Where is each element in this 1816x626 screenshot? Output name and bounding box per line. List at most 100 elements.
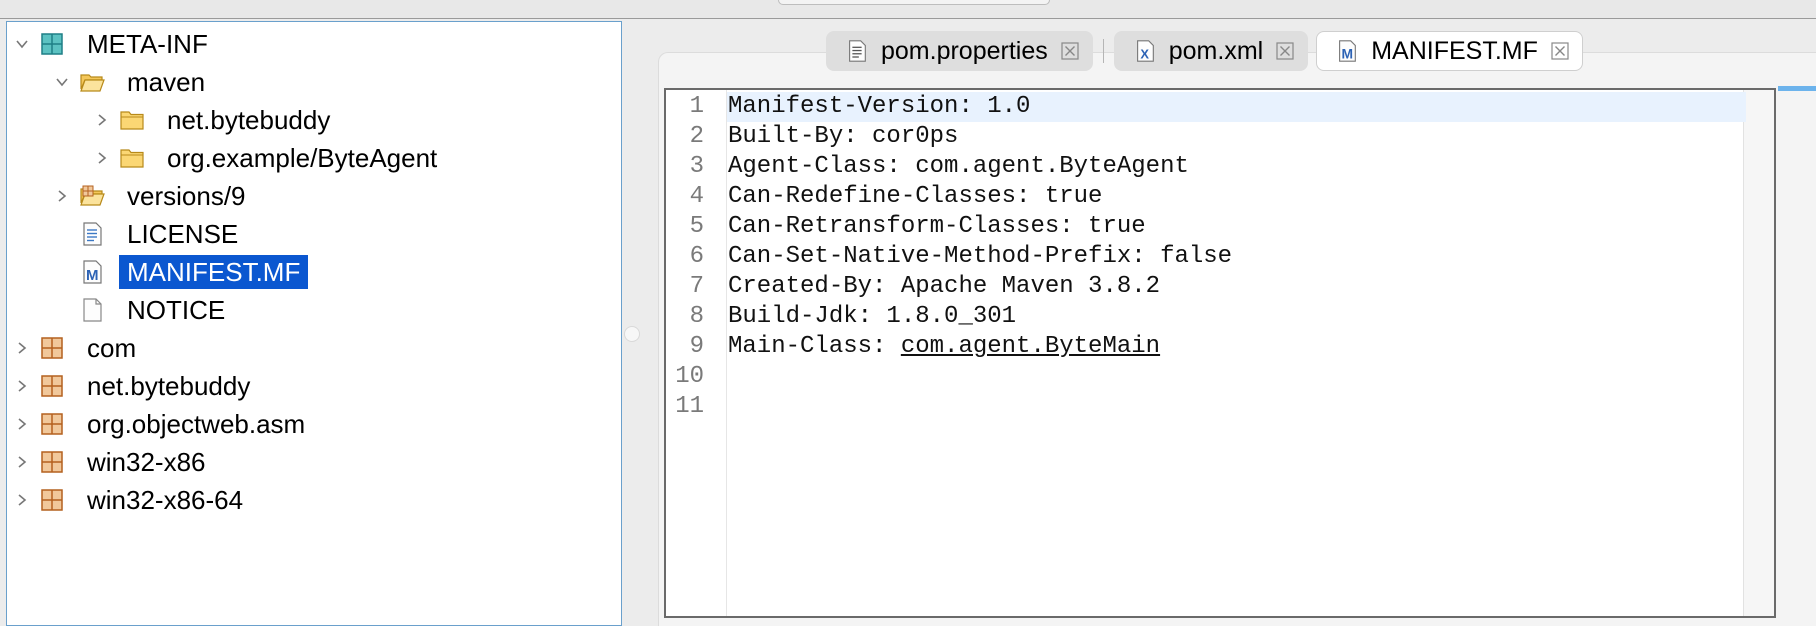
tree-item[interactable]: maven: [56, 66, 213, 98]
line-text: Can-Redefine-Classes: true: [728, 182, 1102, 212]
toolbar-handle: [778, 0, 1050, 5]
line-number: 10: [675, 363, 704, 390]
tree-item[interactable]: org.example/ByteAgent: [98, 142, 445, 174]
code-line[interactable]: 9 Main-Class: com.agent.ByteMain: [666, 332, 1746, 362]
code-line[interactable]: 1 Manifest-Version: 1.0: [666, 92, 1746, 122]
line-number: 5: [689, 213, 704, 240]
tree-item[interactable]: win32-x86-64: [18, 484, 251, 516]
folder-icon: [119, 107, 145, 133]
chevron-right-icon[interactable]: [13, 450, 31, 474]
line-number: 8: [689, 303, 704, 330]
chevron-down-icon[interactable]: [53, 70, 71, 94]
package-icon: [39, 449, 65, 475]
line-content: Can-Retransform-Classes: true: [728, 213, 1146, 240]
code-line[interactable]: 5 Can-Retransform-Classes: true: [666, 212, 1746, 242]
tree-item-label: NOTICE: [127, 295, 226, 325]
line-content: Manifest-Version: 1.0: [728, 93, 1031, 120]
line-text: Built-By: cor0ps: [728, 122, 958, 152]
chevron-right-icon[interactable]: [13, 336, 31, 360]
line-content: Can-Redefine-Classes: true: [728, 183, 1103, 210]
line-content: Created-By: Apache Maven 3.8.2: [728, 273, 1161, 300]
line-text: Can-Set-Native-Method-Prefix: false: [728, 242, 1232, 272]
tree-item[interactable]: com: [18, 332, 144, 364]
code-editor[interactable]: 1 Manifest-Version: 1.0 2 Built-By: cor0ps 3…: [664, 88, 1776, 618]
editor-tab[interactable]: M MANIFEST.MF: [1316, 31, 1583, 71]
tree-item[interactable]: net.bytebuddy: [98, 104, 338, 136]
tree-item-label: LICENSE: [127, 219, 239, 249]
tree-item[interactable]: NOTICE: [79, 294, 233, 326]
line-number: 3: [689, 153, 704, 180]
tree-item-label: net.bytebuddy: [167, 105, 331, 135]
package-icon: [39, 411, 65, 437]
chevron-right-icon[interactable]: [93, 146, 111, 170]
folder-open-icon: [79, 69, 105, 95]
code-line[interactable]: 2 Built-By: cor0ps: [666, 122, 1746, 152]
close-icon[interactable]: [1060, 41, 1080, 61]
line-text: Created-By: Apache Maven 3.8.2: [728, 272, 1160, 302]
tree-item[interactable]: net.bytebuddy: [18, 370, 258, 402]
tree-item-label: META-INF: [87, 29, 208, 59]
tab-label: pom.properties: [881, 36, 1048, 65]
tree-item[interactable]: LICENSE: [79, 218, 246, 250]
tree-item-label: versions/9: [127, 181, 246, 211]
class-link[interactable]: com.agent.ByteMain: [901, 333, 1160, 360]
line-text: Manifest-Version: 1.0: [728, 92, 1030, 122]
line-number: 1: [689, 93, 704, 120]
line-number: 7: [689, 273, 704, 300]
folder-icon: [119, 145, 145, 171]
tree-item-label: win32-x86-64: [87, 485, 244, 515]
package-icon: [39, 487, 65, 513]
line-text: Agent-Class: com.agent.ByteAgent: [728, 152, 1189, 182]
code-line[interactable]: 3 Agent-Class: com.agent.ByteAgent: [666, 152, 1746, 182]
code-line[interactable]: 8 Build-Jdk: 1.8.0_301: [666, 302, 1746, 332]
editor-tab-bar: pom.properties Xpom.xml M MANIFEST.MF: [826, 31, 1583, 71]
tree-item-label: org.example/ByteAgent: [167, 143, 438, 173]
project-explorer-tree[interactable]: META-INF maven net.bytebuddy org.example/By…: [6, 21, 622, 626]
line-number: 6: [689, 243, 704, 270]
manifest-file-icon: M: [79, 259, 105, 285]
tree-item-label: net.bytebuddy: [87, 371, 251, 401]
tree-item[interactable]: versions/9: [58, 180, 254, 212]
chevron-right-icon[interactable]: [13, 488, 31, 512]
line-content: Can-Set-Native-Method-Prefix: false: [728, 243, 1233, 270]
svg-text:M: M: [1342, 45, 1354, 61]
line-content: Agent-Class: com.agent.ByteAgent: [728, 153, 1189, 180]
line-number: 4: [689, 183, 704, 210]
panel-splitter-handle[interactable]: [624, 326, 640, 342]
code-line[interactable]: 4 Can-Redefine-Classes: true: [666, 182, 1746, 212]
line-text: Main-Class: com.agent.ByteMain: [728, 332, 1160, 362]
editor-focus-accent: [1778, 86, 1816, 91]
editor-tab[interactable]: Xpom.xml: [1113, 31, 1309, 71]
chevron-right-icon[interactable]: [93, 108, 111, 132]
tab-label: pom.xml: [1168, 36, 1264, 65]
line-content: Build-Jdk: 1.8.0_301: [728, 303, 1017, 330]
window-top-bar: [0, 0, 1816, 19]
text-file-icon: [79, 221, 105, 247]
tree-item[interactable]: M MANIFEST.MF: [79, 255, 309, 289]
tree-item[interactable]: win32-x86: [18, 446, 214, 478]
package-open-icon: [39, 31, 65, 57]
tree-item[interactable]: org.objectweb.asm: [18, 408, 313, 440]
tree-item[interactable]: META-INF: [16, 28, 216, 60]
vertical-scrollbar[interactable]: [1743, 90, 1774, 616]
manifest-file-icon: M: [1335, 38, 1359, 64]
folder-package-icon: [79, 183, 105, 209]
svg-text:M: M: [86, 267, 99, 284]
package-icon: [39, 373, 65, 399]
editor-tab[interactable]: pom.properties: [826, 31, 1093, 71]
line-content: Main-Class:: [728, 333, 901, 360]
chevron-down-icon[interactable]: [13, 32, 31, 56]
tree-item-label: MANIFEST.MF: [119, 255, 309, 289]
code-line[interactable]: 7 Created-By: Apache Maven 3.8.2: [666, 272, 1746, 302]
code-line[interactable]: 6 Can-Set-Native-Method-Prefix: false: [666, 242, 1746, 272]
code-line[interactable]: 11: [666, 392, 1746, 422]
code-line[interactable]: 10: [666, 362, 1746, 392]
package-icon: [39, 335, 65, 361]
close-icon[interactable]: [1550, 41, 1570, 61]
chevron-right-icon[interactable]: [13, 412, 31, 436]
chevron-right-icon[interactable]: [13, 374, 31, 398]
close-icon[interactable]: [1275, 41, 1295, 61]
tree-item-label: com: [87, 333, 137, 363]
chevron-right-icon[interactable]: [53, 184, 71, 208]
line-number: 2: [689, 123, 704, 150]
